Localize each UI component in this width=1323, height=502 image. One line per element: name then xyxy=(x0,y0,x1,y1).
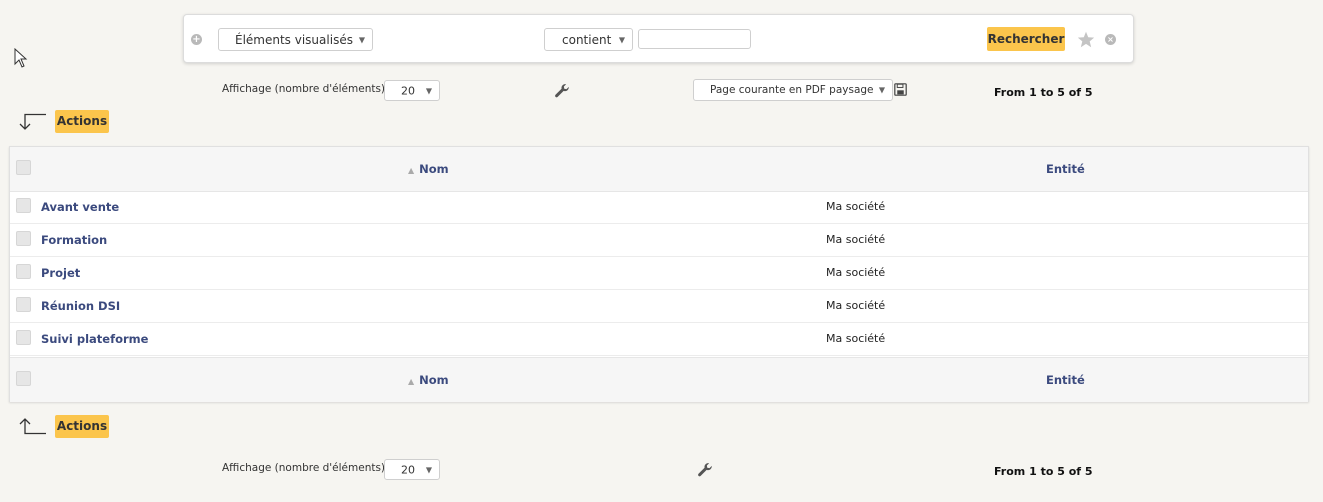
table-footer: ▲ Nom Entité xyxy=(10,357,1308,402)
page-size-value: 20 xyxy=(401,463,415,476)
pagination-info: From 1 to 5 of 5 xyxy=(994,86,1093,99)
save-icon[interactable] xyxy=(894,83,907,96)
row-checkbox[interactable] xyxy=(16,330,31,345)
data-table: ▲ Nom Entité Avant vente Ma société Forma… xyxy=(9,146,1309,402)
arrow-up-left-icon xyxy=(19,418,46,435)
select-all-checkbox[interactable] xyxy=(16,371,31,386)
pagination-info: From 1 to 5 of 5 xyxy=(994,465,1093,478)
column-footer-nom[interactable]: ▲ Nom xyxy=(408,373,449,387)
add-criterion-icon[interactable]: + xyxy=(191,34,202,45)
row-entity: Ma société xyxy=(826,200,886,213)
field-select-value: Éléments visualisés xyxy=(235,32,353,47)
display-count-label: Affichage (nombre d'éléments) xyxy=(222,83,386,95)
search-value-input[interactable] xyxy=(638,29,751,49)
row-checkbox[interactable] xyxy=(16,231,31,246)
column-footer-entite[interactable]: Entité xyxy=(1046,373,1085,387)
operator-select-value: contient xyxy=(562,32,612,47)
table-header: ▲ Nom Entité xyxy=(10,147,1308,192)
table-row: Formation Ma société xyxy=(10,224,1308,257)
field-select[interactable]: Éléments visualisés ▼ xyxy=(218,28,373,51)
display-count-label: Affichage (nombre d'éléments) xyxy=(222,462,386,474)
clear-search-icon[interactable]: × xyxy=(1105,34,1116,45)
sort-asc-icon: ▲ xyxy=(408,166,415,175)
arrow-down-left-icon xyxy=(19,113,46,130)
row-checkbox[interactable] xyxy=(16,198,31,213)
column-header-entite[interactable]: Entité xyxy=(1046,162,1085,176)
chevron-down-icon: ▼ xyxy=(425,86,432,95)
row-entity: Ma société xyxy=(826,299,886,312)
column-header-nom-label: Nom xyxy=(419,162,449,176)
chevron-down-icon: ▼ xyxy=(878,85,885,95)
page-size-select[interactable]: 20 ▼ xyxy=(384,459,440,480)
chevron-down-icon: ▼ xyxy=(425,465,432,474)
row-entity: Ma société xyxy=(826,332,886,345)
row-name-link[interactable]: Suivi plateforme xyxy=(41,332,148,346)
star-icon[interactable] xyxy=(1077,31,1095,48)
row-name-link[interactable]: Réunion DSI xyxy=(41,299,120,313)
sort-asc-icon: ▲ xyxy=(408,377,415,386)
row-checkbox[interactable] xyxy=(16,264,31,279)
row-entity: Ma société xyxy=(826,266,886,279)
column-footer-nom-label: Nom xyxy=(419,373,449,387)
row-checkbox[interactable] xyxy=(16,297,31,312)
operator-select[interactable]: contient ▼ xyxy=(544,28,633,51)
wrench-icon[interactable] xyxy=(696,461,714,479)
row-name-link[interactable]: Formation xyxy=(41,233,107,247)
actions-button-bottom[interactable]: Actions xyxy=(55,415,109,438)
export-select-value: Page courante en PDF paysage xyxy=(710,84,874,96)
select-all-checkbox[interactable] xyxy=(16,160,31,175)
wrench-icon[interactable] xyxy=(553,82,571,100)
row-name-link[interactable]: Avant vente xyxy=(41,200,119,214)
chevron-down-icon: ▼ xyxy=(358,35,365,44)
page-size-select[interactable]: 20 ▼ xyxy=(384,80,440,101)
column-header-nom[interactable]: ▲ Nom xyxy=(408,162,449,176)
table-row: Réunion DSI Ma société xyxy=(10,290,1308,323)
chevron-down-icon: ▼ xyxy=(618,35,625,44)
table-row: Projet Ma société xyxy=(10,257,1308,290)
table-row: Avant vente Ma société xyxy=(10,191,1308,224)
page-size-value: 20 xyxy=(401,84,415,97)
export-select[interactable]: Page courante en PDF paysage ▼ xyxy=(693,79,893,101)
actions-button-top[interactable]: Actions xyxy=(55,110,109,133)
row-entity: Ma société xyxy=(826,233,886,246)
search-panel: + Éléments visualisés ▼ contient ▼ Reche… xyxy=(183,14,1134,63)
row-name-link[interactable]: Projet xyxy=(41,266,80,280)
table-row: Suivi plateforme Ma société xyxy=(10,323,1308,356)
mouse-cursor-icon xyxy=(14,48,28,68)
search-button[interactable]: Rechercher xyxy=(987,27,1065,51)
